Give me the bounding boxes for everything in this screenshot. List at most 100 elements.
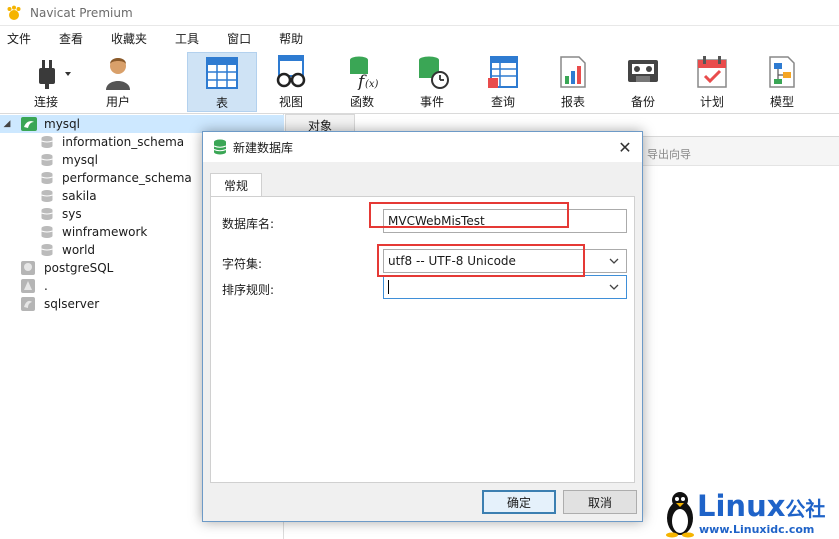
chevron-down-icon: [609, 258, 619, 264]
menu-favorites[interactable]: 收藏夹: [104, 30, 160, 47]
report-label: 报表: [560, 95, 585, 109]
tree-db-performance-schema[interactable]: performance_schema: [40, 169, 192, 187]
tab-general-label: 常规: [223, 179, 248, 193]
connect-label: 连接: [33, 95, 58, 109]
expand-arrow-icon[interactable]: ◢: [0, 119, 14, 129]
user-label: 用户: [105, 95, 130, 109]
new-database-dialog: 新建数据库 ✕ 常规 数据库名: MVCWebMisTest 字符集: utf8…: [202, 131, 643, 522]
model-label: 模型: [769, 95, 794, 109]
tree-connection-label: postgreSQL: [44, 261, 114, 275]
charset-label: 字符集:: [222, 257, 263, 271]
db-name-value: MVCWebMisTest: [388, 214, 485, 228]
glasses-view-icon: [276, 55, 306, 88]
tree-db-mysql[interactable]: mysql: [40, 151, 98, 169]
tree-db-label: sys: [62, 207, 82, 221]
charset-value: utf8 -- UTF-8 Unicode: [388, 254, 516, 268]
backup-tape-icon: [628, 60, 658, 82]
model-button[interactable]: 模型: [756, 52, 808, 112]
menu-window[interactable]: 窗口: [220, 30, 264, 47]
general-panel: 数据库名: MVCWebMisTest 字符集: utf8 -- UTF-8 U…: [210, 196, 635, 483]
function-button[interactable]: f (x) 函数: [336, 52, 388, 112]
query-button[interactable]: 查询: [477, 52, 529, 112]
tree-connection-label: sqlserver: [44, 297, 100, 311]
menu-bar: 文件 查看 收藏夹 工具 窗口 帮助: [0, 26, 839, 50]
table-button[interactable]: 表: [187, 52, 257, 112]
tux-penguin-icon: [666, 492, 694, 538]
charset-select[interactable]: utf8 -- UTF-8 Unicode: [383, 249, 627, 273]
backup-button[interactable]: 备份: [617, 52, 669, 112]
menu-file[interactable]: 文件: [0, 30, 44, 47]
event-button[interactable]: 事件: [406, 52, 458, 112]
export-wizard-button[interactable]: 导出向导: [647, 146, 691, 162]
connect-button[interactable]: 连接: [22, 52, 88, 112]
schedule-button[interactable]: 计划: [686, 52, 738, 112]
collation-label: 排序规则:: [222, 283, 275, 297]
database-icon: [41, 244, 53, 256]
database-icon: [41, 208, 53, 220]
tree-db-label: winframework: [62, 225, 148, 239]
table-label: 表: [215, 96, 228, 110]
cancel-button-label: 取消: [587, 495, 612, 510]
collation-select[interactable]: [383, 275, 627, 299]
view-label: 视图: [278, 95, 303, 109]
chevron-down-icon: [609, 284, 619, 290]
watermark-logo: Linux公社: [697, 489, 826, 523]
tab-general[interactable]: 常规: [210, 173, 262, 197]
tree-db-label: sakila: [62, 189, 97, 203]
menu-help[interactable]: 帮助: [272, 30, 316, 47]
query-label: 查询: [490, 95, 515, 109]
close-icon[interactable]: ✕: [616, 138, 634, 157]
db-name-field[interactable]: MVCWebMisTest: [383, 209, 627, 233]
ok-button[interactable]: 确定: [482, 490, 556, 514]
dialog-title: 新建数据库: [233, 140, 294, 155]
tree-connection-sqlserver[interactable]: sqlserver: [20, 295, 99, 313]
event-clock-icon: [419, 56, 449, 89]
sqlserver-icon: [21, 297, 35, 311]
tree-db-sakila[interactable]: sakila: [40, 187, 97, 205]
cancel-button[interactable]: 取消: [563, 490, 637, 514]
main-toolbar: 连接 用户 表 视图 f (x) 函数 事件 查询 报表 备份 计划 模型: [0, 50, 839, 114]
tree-connection-label: .: [44, 279, 48, 293]
tree-db-world[interactable]: world: [40, 241, 95, 259]
mysql-dolphin-icon: [21, 117, 37, 131]
model-icon: [769, 56, 795, 88]
query-icon: [488, 56, 518, 88]
window-title: Navicat Premium: [30, 5, 133, 20]
linuxidc-watermark: Linux公社 www.Linuxidc.com: [663, 489, 839, 539]
tree-connection-postgresql[interactable]: postgreSQL: [20, 259, 113, 277]
calendar-icon: [697, 56, 727, 88]
event-label: 事件: [419, 95, 444, 109]
database-icon: [41, 154, 53, 166]
title-bar: Navicat Premium: [0, 0, 839, 26]
tree-db-sys[interactable]: sys: [40, 205, 82, 223]
navicat-logo-icon: [7, 5, 21, 20]
tree-db-label: mysql: [62, 153, 98, 167]
tree-db-winframework[interactable]: winframework: [40, 223, 147, 241]
menu-tools[interactable]: 工具: [168, 30, 212, 47]
tree-db-information-schema[interactable]: information_schema: [40, 133, 184, 151]
tree-connection-label: mysql: [44, 117, 80, 131]
svg-text:(x): (x): [365, 79, 379, 90]
tree-db-label: performance_schema: [62, 171, 192, 185]
schedule-label: 计划: [699, 95, 724, 109]
connection-icon: [21, 279, 35, 293]
menu-view[interactable]: 查看: [52, 30, 96, 47]
database-icon: [41, 190, 53, 202]
user-button[interactable]: 用户: [96, 52, 140, 112]
tree-connection-dot[interactable]: .: [20, 277, 48, 295]
database-icon: [41, 136, 53, 148]
backup-label: 备份: [630, 95, 655, 109]
report-button[interactable]: 报表: [547, 52, 599, 112]
database-icon: [213, 139, 227, 155]
user-icon: [106, 58, 130, 90]
function-icon: f (x): [350, 56, 379, 90]
table-icon: [206, 57, 238, 89]
report-chart-icon: [560, 56, 586, 88]
function-label: 函数: [349, 95, 374, 109]
view-button[interactable]: 视图: [265, 52, 317, 112]
text-cursor: [388, 280, 389, 294]
ok-button-label: 确定: [506, 495, 531, 510]
plug-icon: [39, 60, 71, 89]
dialog-title-bar: 新建数据库: [203, 132, 642, 162]
tree-db-label: world: [62, 243, 96, 257]
